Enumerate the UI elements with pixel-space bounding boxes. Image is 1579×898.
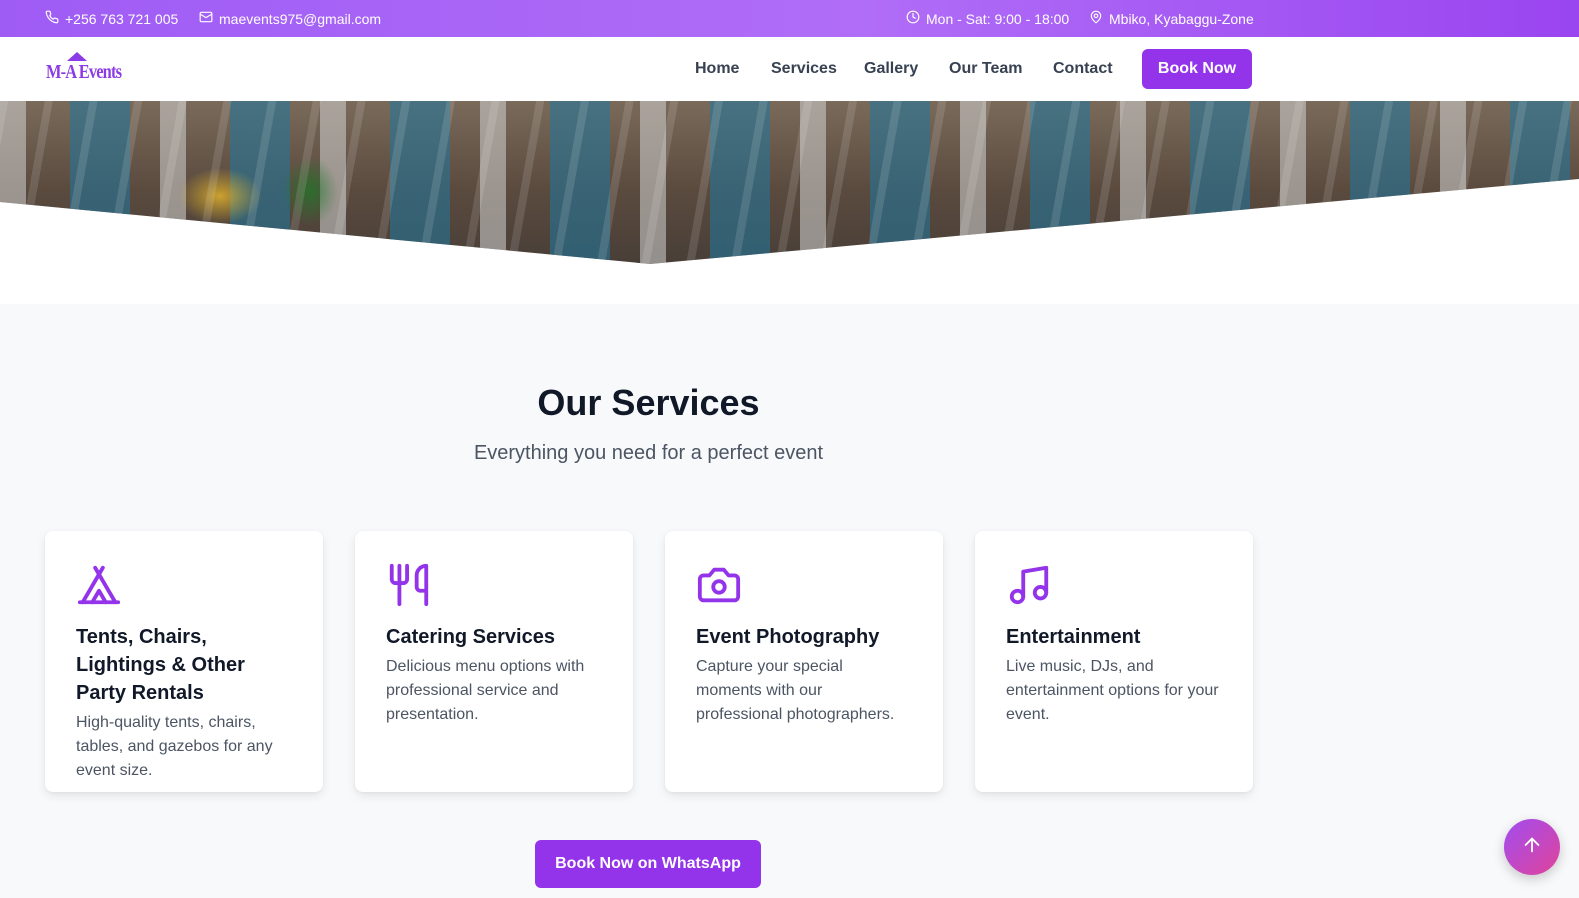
main-navbar: M-A Events Home Services Gallery Our Tea… — [0, 37, 1579, 101]
map-pin-icon — [1089, 10, 1103, 27]
services-section: Our Services Everything you need for a p… — [0, 304, 1579, 898]
card-description: Delicious menu options with professional… — [386, 658, 585, 723]
phone-text: +256 763 721 005 — [65, 10, 179, 27]
clock-icon — [906, 10, 920, 27]
mail-icon — [199, 10, 213, 27]
scroll-to-top-button[interactable] — [1504, 819, 1560, 875]
card-description: Capture your special moments with our pr… — [696, 658, 895, 723]
email-text: maevents975@gmail.com — [219, 10, 382, 27]
tent-icon — [76, 562, 122, 608]
section-subtitle: Everything you need for a perfect event — [473, 442, 824, 464]
hero-event-photo — [0, 101, 1579, 264]
nav-contact[interactable]: Contact — [1053, 37, 1113, 101]
card-title: Event Photography — [696, 626, 880, 648]
phone-contact[interactable]: +256 763 721 005 — [45, 0, 178, 37]
card-title: Tents, Chairs, Lightings & Other Party R… — [76, 626, 245, 704]
hours-info: Mon - Sat: 9:00 - 18:00 — [906, 0, 1069, 37]
card-description: High-quality tents, chairs, tables, and … — [76, 714, 273, 779]
service-card-photography[interactable]: Event Photography Capture your special m… — [665, 531, 943, 792]
nav-our-team[interactable]: Our Team — [949, 37, 1023, 101]
service-card-entertainment[interactable]: Entertainment Live music, DJs, and enter… — [975, 531, 1253, 792]
utensils-icon — [386, 562, 432, 608]
section-title: Our Services — [537, 382, 760, 423]
camera-icon — [696, 562, 742, 608]
service-card-rentals[interactable]: Tents, Chairs, Lightings & Other Party R… — [45, 531, 323, 792]
card-title: Entertainment — [1006, 626, 1141, 648]
location-text: Mbiko, Kyabaggu-Zone — [1109, 10, 1254, 27]
nav-home[interactable]: Home — [695, 37, 739, 101]
site-logo[interactable]: M-A Events — [46, 51, 124, 85]
email-contact[interactable]: maevents975@gmail.com — [199, 0, 381, 37]
arrow-up-icon — [1521, 834, 1543, 861]
logo-text: M-A Events — [46, 61, 122, 83]
nav-gallery[interactable]: Gallery — [864, 37, 918, 101]
card-title: Catering Services — [386, 626, 555, 648]
book-whatsapp-button[interactable]: Book Now on WhatsApp — [535, 840, 761, 888]
phone-icon — [45, 10, 59, 27]
service-card-catering[interactable]: Catering Services Delicious menu options… — [355, 531, 633, 792]
book-now-button[interactable]: Book Now — [1142, 49, 1252, 89]
top-info-bar: +256 763 721 005 maevents975@gmail.com M… — [0, 0, 1579, 37]
hours-text: Mon - Sat: 9:00 - 18:00 — [926, 10, 1070, 27]
nav-services[interactable]: Services — [771, 37, 837, 101]
hero-section — [0, 101, 1579, 304]
music-icon — [1006, 562, 1052, 608]
card-description: Live music, DJs, and entertainment optio… — [1006, 658, 1219, 723]
location-info: Mbiko, Kyabaggu-Zone — [1089, 0, 1254, 37]
